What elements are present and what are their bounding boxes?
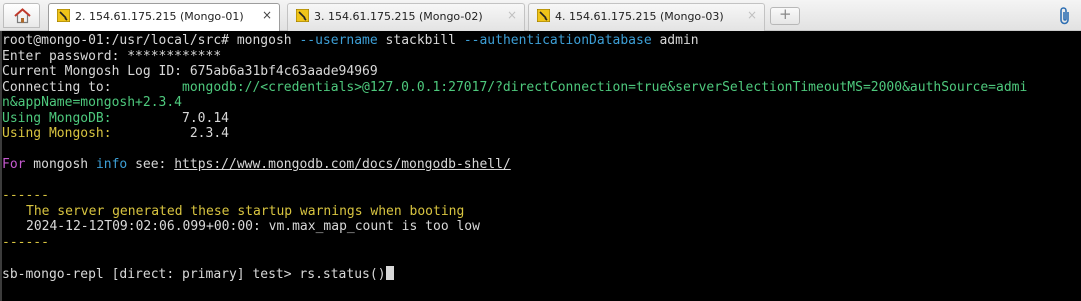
close-icon[interactable]: ×	[747, 8, 757, 22]
warning-title: The server generated these startup warni…	[26, 203, 465, 219]
mongodb-version-line: Using MongoDB: 7.0.14	[2, 111, 1081, 127]
info-keyword: info	[95, 157, 128, 172]
tab-mongo-03[interactable]: 4. 154.61.175.215 (Mongo-03) ×	[528, 3, 765, 31]
repl-command[interactable]: rs.status()	[299, 267, 385, 282]
tab-label: 4. 154.61.175.215 (Mongo-03)	[555, 10, 724, 23]
option-value: admin	[651, 33, 699, 48]
mongodb-version: 7.0.14	[111, 110, 229, 126]
mongodb-label: Using MongoDB:	[2, 110, 112, 126]
new-tab-button[interactable]: +	[770, 5, 800, 25]
tab-label: 2. 154.61.175.215 (Mongo-01)	[75, 10, 244, 23]
close-icon[interactable]: ×	[262, 8, 272, 22]
terminal-session-icon	[296, 9, 309, 22]
new-tab-icon: +	[779, 5, 792, 23]
option-flag: --username	[299, 33, 378, 48]
home-button[interactable]	[3, 3, 40, 28]
info-for: For	[2, 157, 26, 172]
terminal-output[interactable]: root@mongo-01:/usr/local/src# mongosh --…	[0, 31, 1081, 301]
connecting-label: Connecting to:	[2, 79, 112, 95]
mongosh-label: Using Mongosh:	[2, 126, 112, 141]
separator: ------	[2, 188, 49, 203]
info-text: mongosh	[25, 157, 96, 172]
connection-uri-continued: n&appName=mongosh+2.3.4	[2, 95, 183, 110]
separator: ------	[2, 234, 49, 250]
tab-label: 3. 154.61.175.215 (Mongo-02)	[314, 10, 483, 23]
docs-link[interactable]: https://www.mongodb.com/docs/mongodb-she…	[174, 157, 511, 172]
option-flag: --authenticationDatabase	[463, 33, 652, 48]
connecting-line: Connecting to: mongodb://<credentials>@1…	[2, 80, 1081, 96]
command-name: mongosh	[236, 33, 300, 48]
shell-prompt: root@mongo-01:/usr/local/src#	[2, 33, 237, 48]
tab-mongo-02[interactable]: 3. 154.61.175.215 (Mongo-02) ×	[287, 3, 525, 31]
paperclip-icon[interactable]	[1058, 6, 1072, 26]
warning-detail: 2024-12-12T09:02:06.099+00:00: vm.max_ma…	[26, 219, 480, 234]
tab-mongo-01[interactable]: 2. 154.61.175.215 (Mongo-01) ×	[48, 3, 280, 31]
home-icon	[14, 8, 31, 24]
close-icon[interactable]: ×	[507, 8, 517, 22]
terminal-session-icon	[57, 9, 70, 22]
option-value: stackbill	[377, 33, 464, 48]
command-line: root@mongo-01:/usr/local/src# mongosh --…	[2, 33, 1081, 49]
connection-uri: mongodb://<credentials>@127.0.0.1:27017/…	[182, 79, 1028, 95]
repl-prompt: sb-mongo-repl [direct: primary] test>	[2, 266, 300, 282]
terminal-session-icon	[537, 9, 550, 22]
text-cursor	[385, 265, 394, 280]
password-line: Enter password: ************	[2, 48, 222, 64]
info-line: For mongosh info see: https://www.mongod…	[2, 157, 1081, 173]
info-text: see:	[127, 157, 175, 172]
repl-input-line[interactable]: sb-mongo-repl [direct: primary] test> rs…	[2, 265, 1081, 282]
log-id-line: Current Mongosh Log ID: 675ab6a31bf4c63a…	[2, 64, 378, 79]
mongosh-version-line: Using Mongosh: 2.3.4	[2, 126, 1081, 142]
tab-bar: 2. 154.61.175.215 (Mongo-01) × 3. 154.61…	[0, 0, 1081, 31]
mongosh-version: 2.3.4	[111, 126, 229, 141]
